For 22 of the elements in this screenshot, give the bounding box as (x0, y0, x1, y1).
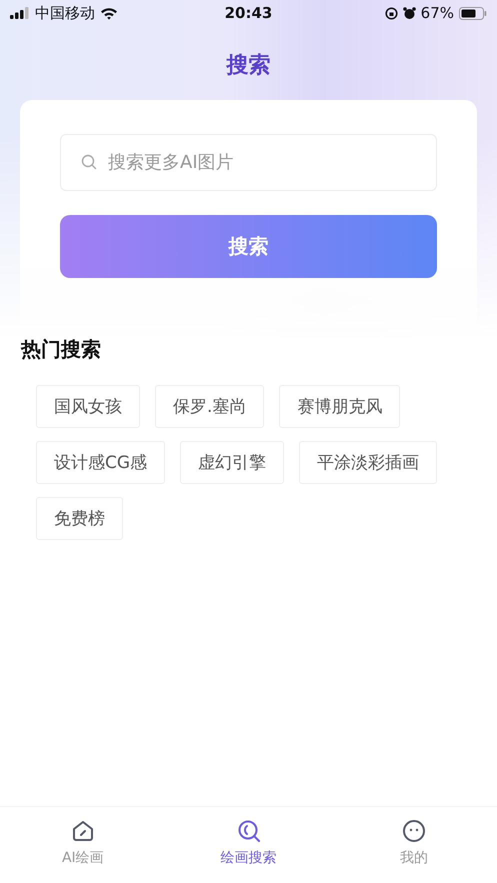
battery-icon (459, 6, 487, 20)
signal-icon (10, 7, 30, 19)
rotation-lock-icon (384, 6, 398, 20)
search-tag[interactable]: 赛博朋克风 (279, 385, 400, 428)
alarm-icon (402, 6, 416, 20)
wifi-icon (100, 6, 118, 20)
search-icon (236, 819, 260, 843)
house-pencil-icon (70, 819, 95, 843)
clock-time: 20:43 (224, 4, 272, 22)
carrier-name: 中国移动 (35, 4, 95, 22)
search-tag[interactable]: 国风女孩 (36, 385, 140, 428)
search-field[interactable]: 搜索更多AI图片 (60, 134, 437, 191)
search-tag[interactable]: 平涂淡彩插画 (299, 441, 438, 484)
section-title: 热门搜索 (21, 336, 102, 363)
search-tag[interactable]: 设计感CG感 (36, 441, 166, 484)
page-title: 搜索 (226, 52, 270, 80)
face-icon (402, 819, 426, 843)
battery-percent: 67% (420, 4, 454, 22)
tab-item[interactable]: 绘画搜索 (166, 807, 332, 883)
search-tag[interactable]: 保罗.塞尚 (155, 385, 264, 428)
search-tag[interactable]: 虚幻引擎 (180, 441, 284, 484)
search-tag[interactable]: 免费榜 (36, 497, 123, 540)
